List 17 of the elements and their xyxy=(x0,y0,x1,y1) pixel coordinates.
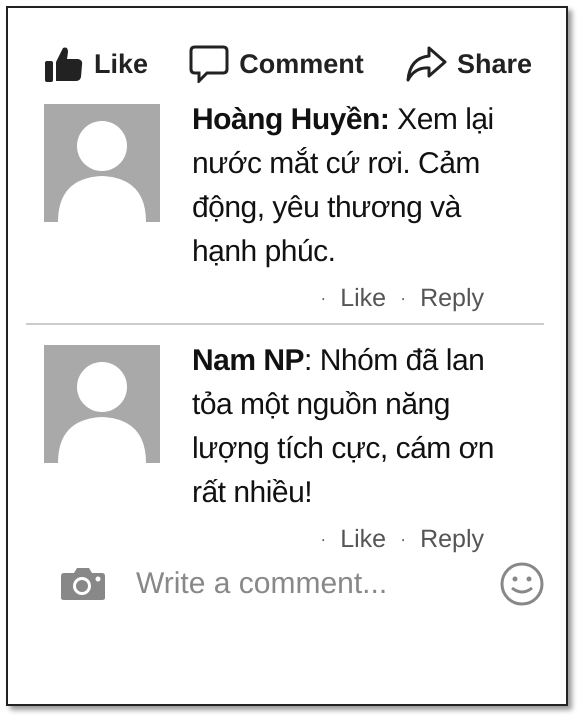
separator-dot: · xyxy=(320,288,326,309)
separator-dot: · xyxy=(320,529,326,550)
comment-text: Hoàng Huyền: Xem lại nước mắt cứ rơi. Cảm động, yêu thương và hạnh phúc. xyxy=(192,102,495,270)
comment-action-link[interactable]: Reply xyxy=(420,525,484,554)
comment-action-link[interactable]: Like xyxy=(340,284,386,313)
share-button[interactable]: Share xyxy=(404,46,532,82)
comment-action-link[interactable]: Reply xyxy=(420,284,484,313)
speech-bubble-icon xyxy=(189,45,230,83)
separator-dot: · xyxy=(400,529,406,550)
separator-dot: · xyxy=(400,288,406,309)
smiley-icon[interactable] xyxy=(500,562,544,606)
like-button[interactable]: Like xyxy=(44,44,148,84)
share-arrow-icon xyxy=(404,46,447,82)
comment-button[interactable]: Comment xyxy=(189,45,364,83)
comment-text: Nam NP: Nhóm đã lan tỏa một nguồn năng lượng tích cực, cám ơn rất nhiều! xyxy=(192,343,495,511)
comment-action-link[interactable]: Like xyxy=(340,525,386,554)
camera-icon[interactable] xyxy=(60,567,106,601)
